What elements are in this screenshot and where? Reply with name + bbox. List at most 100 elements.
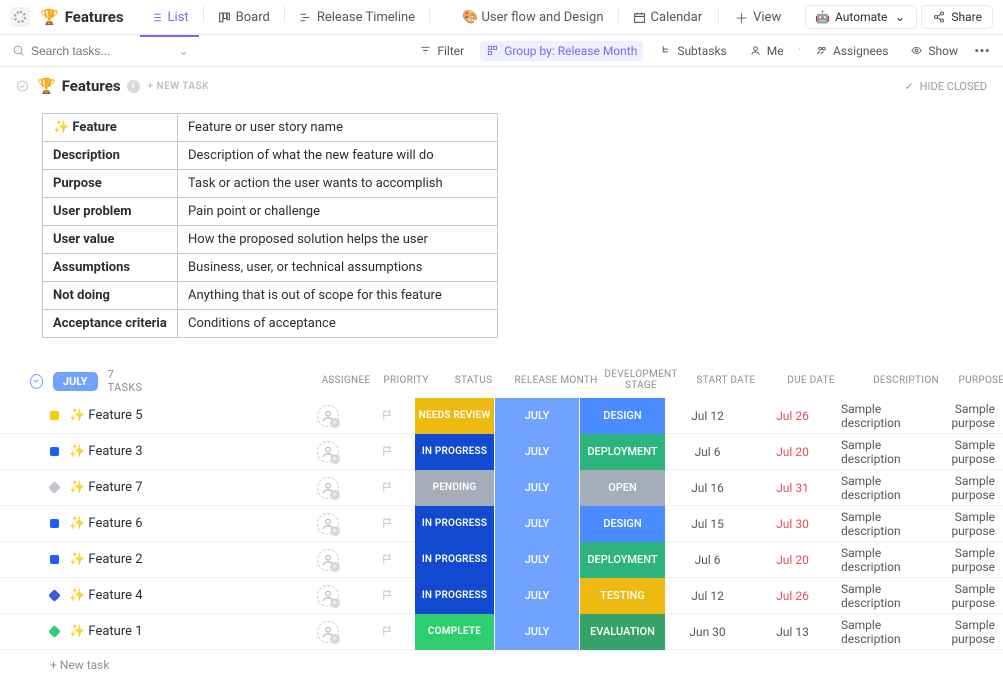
- start-date[interactable]: Jul 16: [665, 481, 750, 495]
- row-description[interactable]: Sample description: [835, 438, 940, 466]
- status-square[interactable]: [50, 411, 59, 420]
- status-square[interactable]: [50, 555, 59, 564]
- new-task-button[interactable]: + NEW TASK: [148, 81, 210, 92]
- status-badge[interactable]: COMPLETE: [415, 614, 495, 650]
- row-description[interactable]: Sample description: [835, 582, 940, 610]
- row-description[interactable]: Sample description: [835, 474, 940, 502]
- assignees-button[interactable]: Assignees: [809, 41, 894, 61]
- row-purpose[interactable]: Sample purpose: [940, 474, 1003, 502]
- col-purpose[interactable]: PURPOSE: [959, 375, 1003, 386]
- col-priority[interactable]: PRIORITY: [379, 375, 434, 386]
- col-due-date[interactable]: DUE DATE: [769, 375, 854, 386]
- priority-flag[interactable]: [360, 409, 415, 422]
- priority-flag[interactable]: [360, 553, 415, 566]
- priority-flag[interactable]: [360, 589, 415, 602]
- filter-button[interactable]: Filter: [413, 41, 470, 61]
- start-date[interactable]: Jul 12: [665, 409, 750, 423]
- col-status[interactable]: STATUS: [434, 375, 514, 386]
- release-month-badge[interactable]: JULY: [495, 614, 580, 650]
- start-date[interactable]: Jun 30: [665, 625, 750, 639]
- tab-release-timeline[interactable]: Release Timeline: [289, 6, 425, 29]
- col-description[interactable]: DESCRIPTION: [854, 375, 959, 386]
- show-button[interactable]: Show: [904, 41, 964, 61]
- status-square[interactable]: [48, 589, 61, 602]
- release-month-badge[interactable]: JULY: [495, 398, 580, 434]
- collapse-icon[interactable]: [16, 80, 29, 93]
- col-release-month[interactable]: RELEASE MONTH: [514, 375, 599, 386]
- row-description[interactable]: Sample description: [835, 510, 940, 538]
- me-button[interactable]: Me: [743, 41, 790, 61]
- task-row[interactable]: ✨ Feature 2+IN PROGRESSJULYDEPLOYMENTJul…: [0, 542, 1003, 578]
- start-date[interactable]: Jul 6: [665, 445, 750, 459]
- dev-stage-badge[interactable]: DESIGN: [580, 398, 665, 434]
- task-row[interactable]: ✨ Feature 1+COMPLETEJULYEVALUATIONJun 30…: [0, 614, 1003, 650]
- search-input[interactable]: [31, 44, 171, 58]
- assignee-add[interactable]: +: [317, 585, 339, 607]
- due-date[interactable]: Jul 26: [750, 409, 835, 423]
- tab-list[interactable]: List: [140, 6, 199, 29]
- status-badge[interactable]: IN PROGRESS: [415, 542, 495, 578]
- col-start-date[interactable]: START DATE: [684, 375, 769, 386]
- row-purpose[interactable]: Sample purpose: [940, 582, 1003, 610]
- priority-flag[interactable]: [360, 625, 415, 638]
- dev-stage-badge[interactable]: OPEN: [580, 470, 665, 506]
- chevron-down-icon[interactable]: ⌄: [177, 44, 190, 57]
- due-date[interactable]: Jul 13: [750, 625, 835, 639]
- workspace-icon[interactable]: [10, 7, 30, 27]
- tab-board[interactable]: Board: [208, 6, 280, 29]
- due-date[interactable]: Jul 20: [750, 553, 835, 567]
- row-purpose[interactable]: Sample purpose: [940, 546, 1003, 574]
- task-row[interactable]: ✨ Feature 6+IN PROGRESSJULYDESIGNJul 15J…: [0, 506, 1003, 542]
- row-purpose[interactable]: Sample purpose: [940, 510, 1003, 538]
- start-date[interactable]: Jul 15: [665, 517, 750, 531]
- group-name[interactable]: JULY: [53, 372, 98, 391]
- assignee-add[interactable]: +: [317, 513, 339, 535]
- tab-calendar[interactable]: Calendar: [623, 6, 713, 29]
- status-badge[interactable]: PENDING: [415, 470, 495, 506]
- task-row[interactable]: ✨ Feature 7+PENDINGJULYOPENJul 16Jul 31S…: [0, 470, 1003, 506]
- more-button[interactable]: •••: [974, 41, 991, 60]
- col-dev-stage[interactable]: DEVELOPMENT STAGE: [599, 369, 684, 391]
- assignee-add[interactable]: +: [317, 441, 339, 463]
- status-badge[interactable]: IN PROGRESS: [415, 506, 495, 542]
- automate-button[interactable]: 🤖 Automate ⌄: [805, 5, 917, 29]
- release-month-badge[interactable]: JULY: [495, 542, 580, 578]
- row-description[interactable]: Sample description: [835, 618, 940, 646]
- assignee-add[interactable]: +: [317, 477, 339, 499]
- start-date[interactable]: Jul 12: [665, 589, 750, 603]
- subtasks-button[interactable]: Subtasks: [653, 41, 732, 61]
- assignee-add[interactable]: +: [317, 621, 339, 643]
- dev-stage-badge[interactable]: DESIGN: [580, 506, 665, 542]
- share-button[interactable]: Share: [921, 5, 993, 29]
- assignee-add[interactable]: +: [317, 549, 339, 571]
- task-row[interactable]: ✨ Feature 3+IN PROGRESSJULYDEPLOYMENTJul…: [0, 434, 1003, 470]
- hide-closed-button[interactable]: ✓HIDE CLOSED: [903, 80, 987, 93]
- due-date[interactable]: Jul 26: [750, 589, 835, 603]
- release-month-badge[interactable]: JULY: [495, 506, 580, 542]
- due-date[interactable]: Jul 30: [750, 517, 835, 531]
- status-square[interactable]: [48, 481, 61, 494]
- status-square[interactable]: [50, 447, 59, 456]
- due-date[interactable]: Jul 20: [750, 445, 835, 459]
- info-icon[interactable]: i: [127, 80, 140, 93]
- row-purpose[interactable]: Sample purpose: [940, 618, 1003, 646]
- task-row[interactable]: ✨ Feature 4+IN PROGRESSJULYTESTINGJul 12…: [0, 578, 1003, 614]
- row-description[interactable]: Sample description: [835, 546, 940, 574]
- release-month-badge[interactable]: JULY: [495, 470, 580, 506]
- priority-flag[interactable]: [360, 445, 415, 458]
- due-date[interactable]: Jul 31: [750, 481, 835, 495]
- tab--user-flow-and-design[interactable]: 🎨 User flow and Design: [434, 6, 613, 29]
- row-description[interactable]: Sample description: [835, 402, 940, 430]
- col-assignee[interactable]: ASSIGNEE: [314, 375, 379, 386]
- status-badge[interactable]: NEEDS REVIEW: [415, 398, 495, 434]
- release-month-badge[interactable]: JULY: [495, 434, 580, 470]
- release-month-badge[interactable]: JULY: [495, 578, 580, 614]
- assignee-add[interactable]: +: [317, 405, 339, 427]
- priority-flag[interactable]: [360, 481, 415, 494]
- group-collapse-icon[interactable]: [30, 374, 43, 389]
- dev-stage-badge[interactable]: EVALUATION: [580, 614, 665, 650]
- priority-flag[interactable]: [360, 517, 415, 530]
- group-by-button[interactable]: Group by: Release Month: [480, 41, 643, 61]
- status-square[interactable]: [50, 519, 59, 528]
- add-view-button[interactable]: ＋View: [725, 6, 791, 29]
